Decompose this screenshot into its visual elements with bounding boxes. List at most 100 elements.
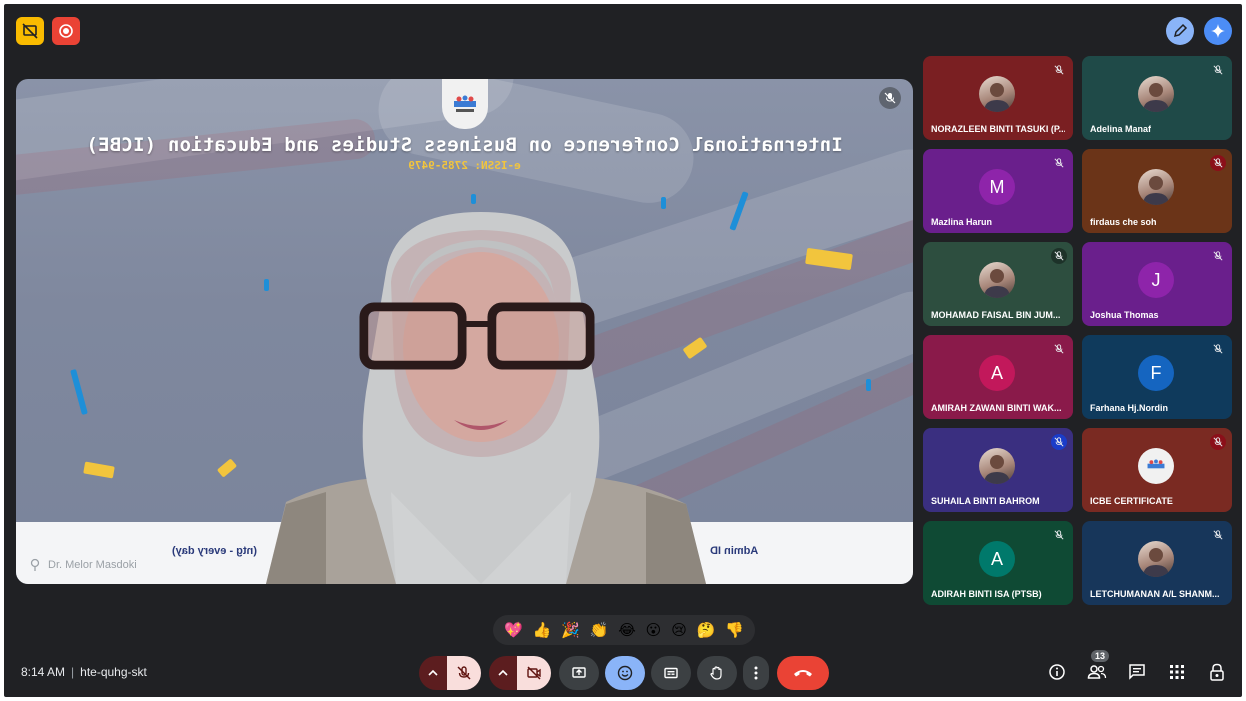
reaction-emoji[interactable]: 👍 [533,623,552,638]
meeting-info: 8:14 AM | hte-quhg-skt [21,665,147,679]
reaction-emoji[interactable]: 👏 [590,623,609,638]
participant-tile[interactable]: LETCHUMANAN A/L SHANM... [1082,521,1232,605]
mic-muted-icon [1051,155,1067,171]
participant-tile[interactable]: F Farhana Hj.Nordin [1082,335,1232,419]
avatar [1138,541,1174,577]
end-call-icon [794,670,812,677]
participant-tile[interactable]: SUHAILA BINTI BAHROM [923,428,1073,512]
participant-tile[interactable]: MOHAMAD FAISAL BIN JUM... [923,242,1073,326]
host-controls-button[interactable] [1206,661,1228,683]
participant-tile[interactable]: firdaus che soh [1082,149,1232,233]
avatar-initial: A [979,355,1015,391]
reaction-emoji[interactable]: 😢 [671,623,687,638]
reaction-emoji[interactable]: 😂 [618,623,636,638]
avatar-initial: F [1138,355,1174,391]
mic-muted-icon [1051,248,1067,264]
participant-tile[interactable]: A AMIRAH ZAWANI BINTI WAK... [923,335,1073,419]
slides-off-icon[interactable] [16,17,44,45]
avatar-initial: J [1138,262,1174,298]
main-video-stage[interactable]: International Conference on Business Stu… [16,79,913,584]
top-right-tools [1166,17,1232,45]
avatar-initial: M [979,169,1015,205]
avatar [979,262,1015,298]
participant-tile[interactable]: M Mazlina Harun [923,149,1073,233]
stage-speaker-label: Dr. Melor Masdoki [28,558,137,572]
gemini-icon[interactable] [1204,17,1232,45]
participant-name: SUHAILA BINTI BAHROM [931,496,1040,506]
mic-muted-icon [1210,62,1226,78]
mic-muted-icon [1210,527,1226,543]
chat-icon [1129,664,1145,680]
chat-button[interactable] [1126,661,1148,683]
participant-tile[interactable]: NORAZLEEN BINTI TASUKI (P... [923,56,1073,140]
avatar [979,76,1015,112]
meeting-details-button[interactable] [1046,661,1068,683]
speaker-video [266,212,706,584]
reaction-emoji[interactable]: 👎 [725,623,744,638]
participant-tile[interactable]: Adelina Manaf [1082,56,1232,140]
participant-name: NORAZLEEN BINTI TASUKI (P... [931,124,1065,134]
participant-tile[interactable]: A ADIRAH BINTI ISA (PTSB) [923,521,1073,605]
conference-issn: e-ISSN: 2785-9479 [408,159,521,172]
reaction-emoji[interactable]: 😮 [646,623,662,638]
people-button[interactable]: 13 [1086,650,1110,683]
leave-call-button[interactable] [777,656,829,690]
mic-muted-icon [1051,434,1067,450]
participant-tile[interactable]: J Joshua Thomas [1082,242,1232,326]
video-options-button[interactable] [489,656,517,690]
people-icon [1087,665,1107,679]
captions-button[interactable] [651,656,691,690]
banner-text-right: (ntg - every day) [172,545,257,557]
avatar-logo [1138,448,1174,484]
camera-toggle-button[interactable] [517,656,551,690]
pin-icon [30,558,40,571]
record-icon[interactable] [52,17,80,45]
lock-person-icon [1210,663,1224,681]
chevron-up-icon [428,669,438,676]
reaction-emoji[interactable]: 🤔 [697,623,716,638]
participant-name: Mazlina Harun [931,217,993,227]
audio-options-button[interactable] [419,656,447,690]
chevron-up-icon [498,669,508,676]
stage-mic-muted-icon [879,87,901,109]
mic-muted-icon [1210,248,1226,264]
pencil-icon[interactable] [1166,17,1194,45]
raise-hand-button[interactable] [697,656,737,690]
activities-button[interactable] [1166,661,1188,683]
present-button[interactable] [559,656,599,690]
participant-tile[interactable]: ICBE CERTIFICATE [1082,428,1232,512]
reaction-emoji[interactable]: 💖 [504,623,523,638]
captions-icon [664,667,678,679]
more-options-button[interactable] [743,656,769,690]
meeting-code[interactable]: hte-quhg-skt [80,665,147,679]
conference-title: International Conference on Business Stu… [86,134,843,156]
mic-muted-icon [1051,341,1067,357]
participant-name: firdaus che soh [1090,217,1157,227]
mic-off-icon [457,666,471,680]
participant-name: ADIRAH BINTI ISA (PTSB) [931,589,1042,599]
right-controls: 13 [1046,650,1228,683]
avatar [1138,76,1174,112]
emoji-icon [617,665,633,681]
apps-grid-icon [1170,665,1184,679]
mic-muted-icon [1051,62,1067,78]
top-left-indicators [16,17,80,45]
info-icon [1049,664,1065,680]
participant-name: Joshua Thomas [1090,310,1159,320]
stage-speaker-name: Dr. Melor Masdoki [48,559,137,571]
reactions-bar: 💖 👍 🎉 👏 😂 😮 😢 🤔 👎 [493,615,755,645]
participant-name: LETCHUMANAN A/L SHANM... [1090,589,1220,599]
mic-muted-icon [1210,155,1226,171]
reactions-button[interactable] [605,656,645,690]
meeting-time: 8:14 AM [21,665,66,679]
mic-muted-icon [1210,434,1226,450]
reaction-emoji[interactable]: 🎉 [561,623,580,638]
avatar-initial: A [979,541,1015,577]
banner-text-left: Admin ID [710,545,759,557]
mic-muted-icon [1210,341,1226,357]
icbe-crest-logo [442,79,488,129]
participant-name: AMIRAH ZAWANI BINTI WAK... [931,403,1062,413]
camera-off-icon [527,666,541,680]
mic-toggle-button[interactable] [447,656,481,690]
meet-window: International Conference on Business Stu… [4,4,1242,697]
